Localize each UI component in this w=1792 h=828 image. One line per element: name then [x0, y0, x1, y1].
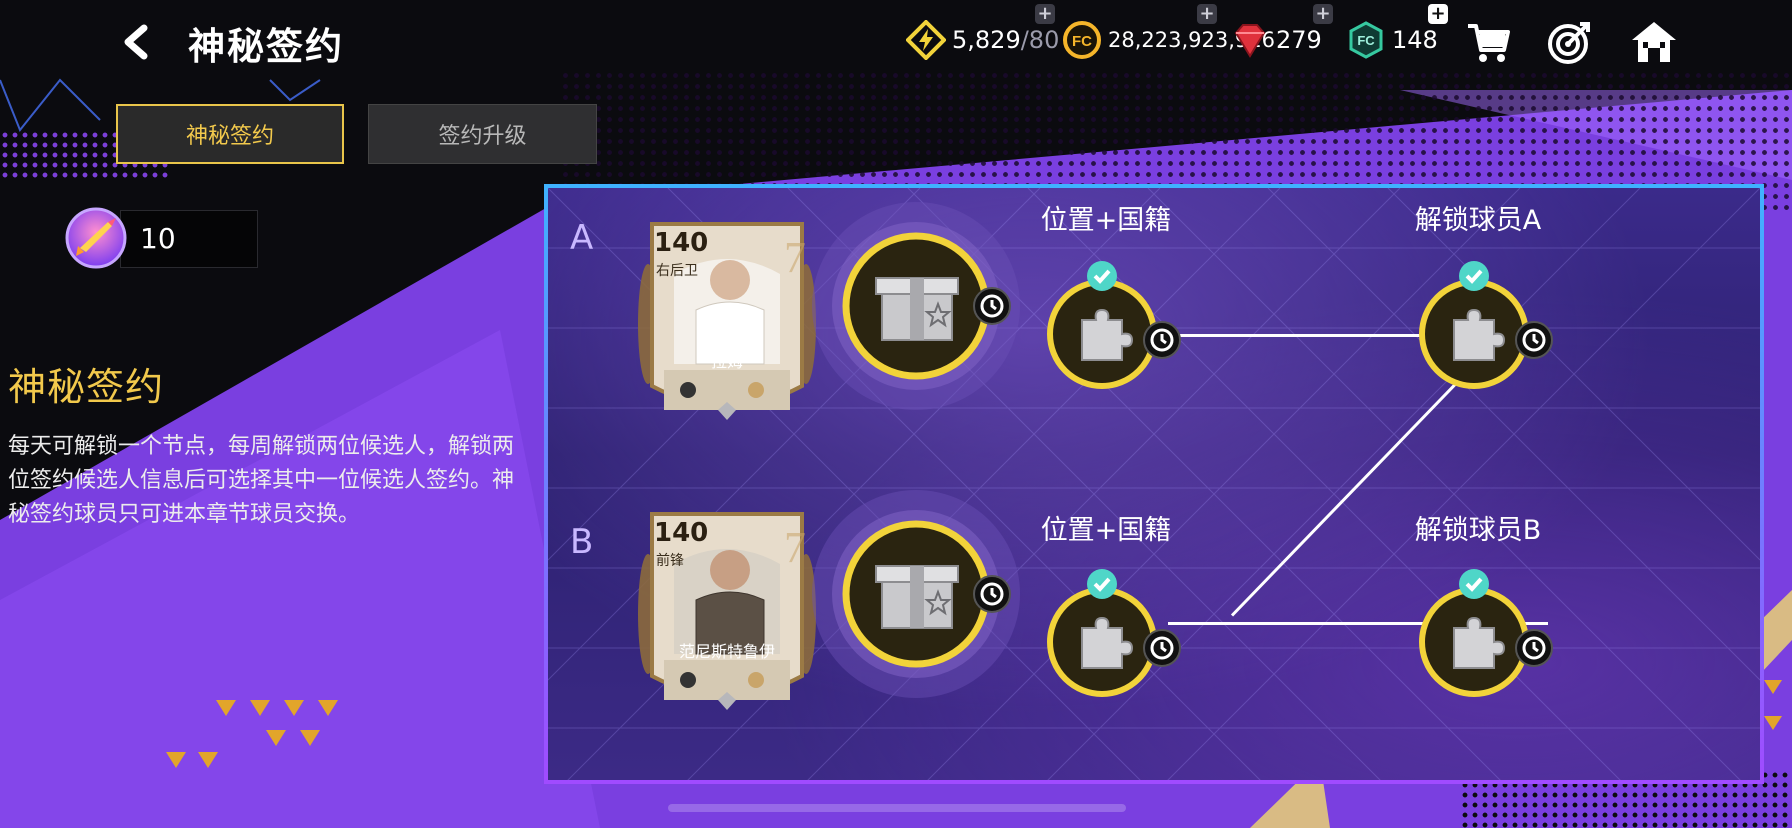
- svg-text:7: 7: [784, 523, 806, 572]
- svg-text:FC: FC: [1072, 33, 1092, 50]
- back-button[interactable]: [118, 22, 154, 62]
- add-energy-button[interactable]: +: [1035, 4, 1055, 24]
- checkmark-icon: [1459, 569, 1489, 599]
- description-text: 每天可解锁一个节点，每周解锁两位候选人，解锁两位签约候选人信息后可选择其中一位候…: [8, 434, 515, 527]
- clock-icon: [973, 287, 1011, 325]
- clock-icon: [973, 575, 1011, 613]
- page-title: 神秘签约: [188, 25, 344, 68]
- cart-icon: [1468, 24, 1510, 62]
- clock-icon: [1143, 321, 1181, 359]
- svg-text:FC: FC: [1357, 33, 1375, 48]
- node-label-b1: 位置+国籍: [1040, 515, 1172, 546]
- puzzle-node-b1[interactable]: [1046, 569, 1181, 702]
- clock-icon: [1515, 321, 1553, 359]
- signing-panel: A 7 140 右后卫 拉姆 位置+国籍 解锁球员A B 7 140 前锋 范尼…: [544, 184, 1764, 784]
- shop-button[interactable]: [1464, 18, 1512, 66]
- tab-signing-upgrade[interactable]: 签约升级: [368, 104, 597, 164]
- energy-value: 5,829: [952, 26, 1021, 54]
- card-player-name: 范尼斯特鲁伊: [678, 642, 775, 661]
- clock-icon: [1515, 629, 1553, 667]
- objectives-button[interactable]: [1546, 18, 1594, 66]
- gem-counter: 279: [1230, 18, 1322, 62]
- coin-icon: FC: [1063, 21, 1101, 59]
- row-letter-a: A: [570, 218, 594, 258]
- scroll-indicator[interactable]: [668, 804, 1126, 812]
- card-position: 右后卫: [656, 263, 698, 279]
- fc-points-icon: FC: [1349, 21, 1383, 59]
- chevron-left-icon: [124, 24, 148, 60]
- player-card-b[interactable]: 7 140 前锋 范尼斯特鲁伊: [634, 504, 820, 716]
- add-coins-button[interactable]: +: [1197, 4, 1217, 24]
- card-rating: 140: [654, 228, 709, 258]
- home-button[interactable]: [1630, 18, 1678, 66]
- player-card-a[interactable]: 7 140 右后卫 拉姆: [634, 214, 820, 426]
- card-position: 前锋: [656, 553, 684, 569]
- card-player-name: 拉姆: [710, 352, 743, 371]
- energy-counter: 5,829/80: [906, 18, 1059, 62]
- energy-max: /80: [1020, 26, 1060, 54]
- home-icon: [1632, 22, 1676, 62]
- tab-mystery-signing[interactable]: 神秘签约: [116, 104, 344, 164]
- puzzle-node-a1[interactable]: [1046, 261, 1181, 394]
- svg-text:7: 7: [784, 233, 806, 282]
- row-letter-b: B: [570, 522, 594, 562]
- checkmark-icon: [1087, 569, 1117, 599]
- gem-value: 279: [1276, 26, 1322, 54]
- rocket-token-icon: [65, 207, 127, 269]
- node-label-a2: 解锁球员A: [1414, 205, 1542, 236]
- puzzle-node-b2[interactable]: [1418, 569, 1553, 702]
- fc-points-counter: FC 148: [1346, 18, 1438, 62]
- node-label-a1: 位置+国籍: [1040, 205, 1172, 236]
- target-icon: [1548, 22, 1590, 64]
- add-fc-points-button[interactable]: +: [1428, 4, 1448, 24]
- fc-points-value: 148: [1392, 26, 1438, 54]
- checkmark-icon: [1459, 261, 1489, 291]
- puzzle-node-a2[interactable]: [1418, 261, 1553, 394]
- add-gems-button[interactable]: +: [1313, 4, 1333, 24]
- ruby-icon: [1234, 24, 1266, 58]
- checkmark-icon: [1087, 261, 1117, 291]
- clock-icon: [1143, 629, 1181, 667]
- token-count: 10: [140, 222, 176, 255]
- card-rating: 140: [654, 518, 709, 548]
- lightning-icon: [906, 20, 946, 60]
- description-title: 神秘签约: [8, 365, 165, 409]
- node-label-b2: 解锁球员B: [1414, 515, 1542, 546]
